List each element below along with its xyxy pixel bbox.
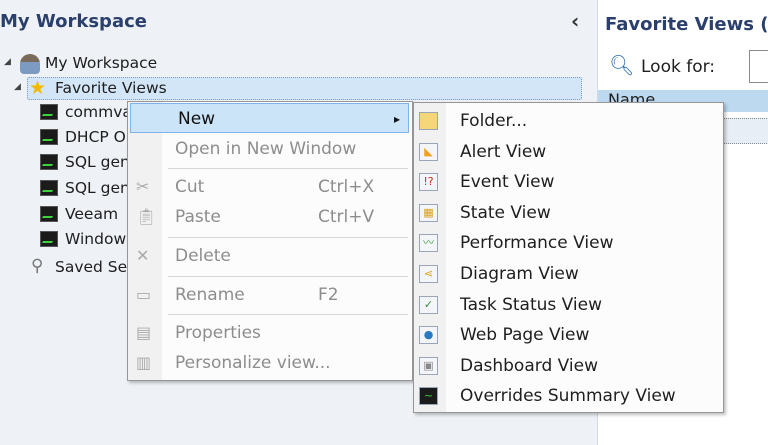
menu-item-rename[interactable]: ▭ Rename F2 bbox=[128, 280, 412, 310]
menu-item-label: Alert View bbox=[460, 141, 547, 162]
tree-label: Favorite Views bbox=[55, 79, 167, 97]
menu-item-label: Dashboard View bbox=[460, 355, 598, 376]
menu-item-cut[interactable]: ✂ Cut Ctrl+X bbox=[128, 172, 412, 202]
tree-label: SQL gen bbox=[65, 153, 130, 171]
clipboard-icon: 📋︎ bbox=[136, 207, 157, 226]
delete-x-icon: ✕ bbox=[136, 246, 150, 265]
submenu-item-event-view[interactable]: !? Event View bbox=[414, 167, 723, 197]
submenu-item-diagram-view[interactable]: ⋖ Diagram View bbox=[414, 259, 723, 289]
menu-item-label: New bbox=[178, 109, 216, 129]
menu-item-new[interactable]: New ▸ bbox=[130, 103, 409, 133]
menu-item-label: Web Page View bbox=[460, 325, 590, 346]
menu-separator bbox=[168, 237, 408, 238]
performance-view-icon: 〰 bbox=[419, 234, 438, 253]
panel-title: My Workspace bbox=[0, 11, 147, 32]
menu-item-label: Diagram View bbox=[460, 264, 579, 284]
menu-separator bbox=[168, 314, 408, 315]
star-icon: ★ bbox=[29, 77, 47, 99]
context-menu: New ▸ Open in New Window ✂ Cut Ctrl+X 📋︎ Paste C… bbox=[127, 101, 413, 381]
properties-icon: ▤ bbox=[136, 323, 152, 342]
menu-item-label: Properties bbox=[175, 323, 261, 343]
tree-label: Veeam bbox=[65, 205, 119, 223]
web-page-view-icon: ● bbox=[419, 326, 438, 345]
submenu-item-task-status-view[interactable]: ✓ Task Status View bbox=[414, 290, 723, 320]
overrides-view-icon bbox=[40, 104, 58, 120]
menu-item-label: Cut bbox=[175, 177, 205, 197]
overrides-view-icon bbox=[40, 231, 58, 247]
shortcut-label: F2 bbox=[318, 285, 339, 305]
collapse-panel-button[interactable]: ‹ bbox=[571, 9, 579, 33]
tree-label: Saved Sea bbox=[55, 258, 137, 276]
menu-item-label: Open in New Window bbox=[175, 139, 357, 159]
user-workspace-icon bbox=[20, 54, 40, 74]
submenu-item-alert-view[interactable]: ◣ Alert View bbox=[414, 137, 723, 167]
overrides-view-icon bbox=[40, 180, 58, 196]
menu-item-open-in-new-window[interactable]: Open in New Window bbox=[128, 134, 412, 164]
folder-icon bbox=[419, 112, 438, 130]
submenu-item-folder[interactable]: Folder... bbox=[414, 106, 723, 136]
tree-label: Window bbox=[65, 230, 127, 248]
menu-item-paste[interactable]: 📋︎ Paste Ctrl+V bbox=[128, 202, 412, 232]
menu-item-label: State View bbox=[460, 202, 551, 223]
rename-icon: ▭ bbox=[136, 285, 152, 304]
shortcut-label: Ctrl+V bbox=[318, 207, 375, 227]
task-status-view-icon: ✓ bbox=[419, 295, 438, 314]
submenu-item-performance-view[interactable]: 〰 Performance View bbox=[414, 228, 723, 258]
alert-view-icon: ◣ bbox=[419, 142, 438, 161]
menu-item-delete[interactable]: ✕ Delete bbox=[128, 241, 412, 271]
menu-item-properties[interactable]: ▤ Properties bbox=[128, 318, 412, 348]
submenu-item-state-view[interactable]: ▦ State View bbox=[414, 198, 723, 228]
menu-item-label: Rename bbox=[175, 285, 245, 305]
submenu-item-dashboard-view[interactable]: ▣ Dashboard View bbox=[414, 351, 723, 381]
menu-separator bbox=[168, 276, 408, 277]
tree-label: commva bbox=[65, 103, 132, 121]
expanded-triangle-icon[interactable]: ◢ bbox=[14, 82, 21, 92]
menu-item-label: Paste bbox=[175, 207, 221, 227]
menu-item-label: Delete bbox=[175, 246, 231, 266]
submenu-item-overrides-summary-view[interactable]: ~ Overrides Summary View bbox=[414, 381, 723, 411]
look-for-input[interactable] bbox=[749, 50, 768, 83]
saved-search-icon: ⚲ bbox=[31, 256, 44, 276]
menu-separator bbox=[168, 168, 408, 169]
look-for-label: Look for: bbox=[641, 57, 716, 77]
tree-label: My Workspace bbox=[45, 54, 158, 72]
scissors-icon: ✂ bbox=[136, 177, 150, 196]
menu-item-label: Personalize view... bbox=[175, 353, 331, 373]
menu-item-label: Folder... bbox=[460, 111, 528, 131]
pane-title: Favorite Views (6) bbox=[605, 14, 768, 35]
tree-label: SQL gen bbox=[65, 179, 130, 197]
menu-item-personalize-view[interactable]: ▥ Personalize view... bbox=[128, 348, 412, 378]
dashboard-view-icon: ▣ bbox=[419, 356, 438, 375]
new-submenu: Folder... ◣ Alert View!? Event View ▦ State V… bbox=[413, 102, 724, 413]
expanded-triangle-icon[interactable]: ◢ bbox=[4, 57, 11, 67]
state-view-icon: ▦ bbox=[419, 203, 438, 222]
menu-item-label: Event View bbox=[460, 172, 555, 193]
overrides-summary-view-icon: ~ bbox=[419, 387, 438, 406]
tree-label: DHCP O bbox=[65, 128, 126, 146]
submenu-arrow-icon: ▸ bbox=[393, 112, 400, 126]
overrides-view-icon bbox=[40, 206, 58, 222]
diagram-view-icon: ⋖ bbox=[419, 265, 438, 283]
overrides-view-icon bbox=[40, 154, 58, 170]
overrides-view-icon bbox=[40, 129, 58, 145]
search-icon: 🔍︎ bbox=[609, 53, 635, 77]
menu-item-label: Overrides Summary View bbox=[460, 386, 676, 407]
menu-item-label: Performance View bbox=[460, 233, 614, 254]
shortcut-label: Ctrl+X bbox=[318, 177, 375, 197]
menu-item-label: Task Status View bbox=[460, 294, 603, 315]
submenu-item-web-page-view[interactable]: ● Web Page View bbox=[414, 320, 723, 350]
personalize-icon: ▥ bbox=[136, 353, 152, 372]
event-view-icon: !? bbox=[419, 173, 438, 192]
